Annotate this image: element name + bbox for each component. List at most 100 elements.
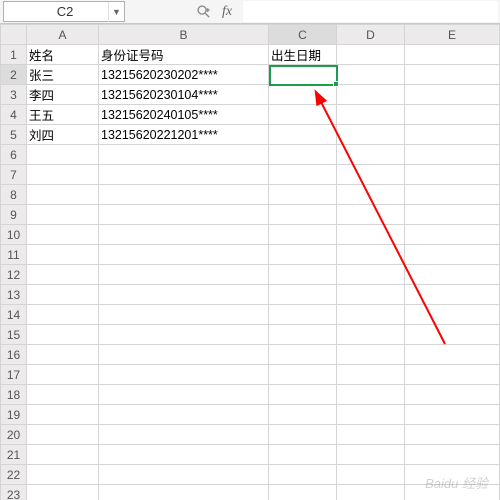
cell-B5[interactable]: 13215620221201**** xyxy=(99,125,269,145)
cell-B23[interactable] xyxy=(99,485,269,500)
cell-D16[interactable] xyxy=(337,345,405,365)
cell-D19[interactable] xyxy=(337,405,405,425)
cell-A10[interactable] xyxy=(27,225,99,245)
cell-C11[interactable] xyxy=(269,245,337,265)
cell-B3[interactable]: 13215620230104**** xyxy=(99,85,269,105)
row-header[interactable]: 14 xyxy=(1,305,27,325)
cell-E9[interactable] xyxy=(405,205,500,225)
name-box-dropdown-icon[interactable]: ▼ xyxy=(108,2,124,22)
row-header[interactable]: 9 xyxy=(1,205,27,225)
cell-B19[interactable] xyxy=(99,405,269,425)
cell-A21[interactable] xyxy=(27,445,99,465)
row-header[interactable]: 17 xyxy=(1,365,27,385)
cell-D4[interactable] xyxy=(337,105,405,125)
cell-B1[interactable]: 身份证号码 xyxy=(99,45,269,65)
cell-D15[interactable] xyxy=(337,325,405,345)
cell-D5[interactable] xyxy=(337,125,405,145)
cell-C18[interactable] xyxy=(269,385,337,405)
cell-B8[interactable] xyxy=(99,185,269,205)
cell-A6[interactable] xyxy=(27,145,99,165)
cell-A5[interactable]: 刘四 xyxy=(27,125,99,145)
row-header[interactable]: 3 xyxy=(1,85,27,105)
cell-B21[interactable] xyxy=(99,445,269,465)
fx-icon[interactable]: fx xyxy=(215,0,239,23)
cell-D8[interactable] xyxy=(337,185,405,205)
row-header[interactable]: 2 xyxy=(1,65,27,85)
row-header[interactable]: 23 xyxy=(1,485,27,500)
cell-C7[interactable] xyxy=(269,165,337,185)
row-header[interactable]: 15 xyxy=(1,325,27,345)
cell-A19[interactable] xyxy=(27,405,99,425)
cell-E11[interactable] xyxy=(405,245,500,265)
cell-C1[interactable]: 出生日期 xyxy=(269,45,337,65)
row-header[interactable]: 11 xyxy=(1,245,27,265)
cell-E14[interactable] xyxy=(405,305,500,325)
cell-E5[interactable] xyxy=(405,125,500,145)
select-all-corner[interactable] xyxy=(1,25,27,45)
cell-A15[interactable] xyxy=(27,325,99,345)
row-header[interactable]: 7 xyxy=(1,165,27,185)
cell-A1[interactable]: 姓名 xyxy=(27,45,99,65)
cell-E4[interactable] xyxy=(405,105,500,125)
row-header[interactable]: 6 xyxy=(1,145,27,165)
cell-A23[interactable] xyxy=(27,485,99,500)
cell-B14[interactable] xyxy=(99,305,269,325)
cell-D2[interactable] xyxy=(337,65,405,85)
cell-E18[interactable] xyxy=(405,385,500,405)
col-header-C[interactable]: C xyxy=(269,25,337,45)
cell-D23[interactable] xyxy=(337,485,405,500)
cell-C12[interactable] xyxy=(269,265,337,285)
cell-D6[interactable] xyxy=(337,145,405,165)
cell-C15[interactable] xyxy=(269,325,337,345)
cell-D22[interactable] xyxy=(337,465,405,485)
row-header[interactable]: 19 xyxy=(1,405,27,425)
cell-E15[interactable] xyxy=(405,325,500,345)
cell-A12[interactable] xyxy=(27,265,99,285)
cell-C3[interactable] xyxy=(269,85,337,105)
cell-C13[interactable] xyxy=(269,285,337,305)
cell-C6[interactable] xyxy=(269,145,337,165)
cell-B13[interactable] xyxy=(99,285,269,305)
cell-E1[interactable] xyxy=(405,45,500,65)
cell-E19[interactable] xyxy=(405,405,500,425)
cell-D12[interactable] xyxy=(337,265,405,285)
cell-E22[interactable] xyxy=(405,465,500,485)
cell-A14[interactable] xyxy=(27,305,99,325)
cell-B16[interactable] xyxy=(99,345,269,365)
cell-E12[interactable] xyxy=(405,265,500,285)
cell-C14[interactable] xyxy=(269,305,337,325)
cell-C10[interactable] xyxy=(269,225,337,245)
cell-C8[interactable] xyxy=(269,185,337,205)
cell-E10[interactable] xyxy=(405,225,500,245)
cell-A3[interactable]: 李四 xyxy=(27,85,99,105)
cell-C20[interactable] xyxy=(269,425,337,445)
cell-C5[interactable] xyxy=(269,125,337,145)
cell-B7[interactable] xyxy=(99,165,269,185)
cell-A18[interactable] xyxy=(27,385,99,405)
col-header-E[interactable]: E xyxy=(405,25,500,45)
row-header[interactable]: 1 xyxy=(1,45,27,65)
cell-A7[interactable] xyxy=(27,165,99,185)
cell-A8[interactable] xyxy=(27,185,99,205)
spreadsheet-grid[interactable]: A B C D E 1姓名身份证号码出生日期2张三13215620230202*… xyxy=(0,24,500,500)
cell-E23[interactable] xyxy=(405,485,500,500)
cell-B15[interactable] xyxy=(99,325,269,345)
cell-C22[interactable] xyxy=(269,465,337,485)
row-header[interactable]: 13 xyxy=(1,285,27,305)
name-box[interactable]: C2 xyxy=(4,4,108,19)
row-header[interactable]: 20 xyxy=(1,425,27,445)
cell-C4[interactable] xyxy=(269,105,337,125)
row-header[interactable]: 4 xyxy=(1,105,27,125)
cell-D3[interactable] xyxy=(337,85,405,105)
row-header[interactable]: 22 xyxy=(1,465,27,485)
cell-A16[interactable] xyxy=(27,345,99,365)
cell-E13[interactable] xyxy=(405,285,500,305)
cell-B12[interactable] xyxy=(99,265,269,285)
row-header[interactable]: 16 xyxy=(1,345,27,365)
col-header-B[interactable]: B xyxy=(99,25,269,45)
cell-B22[interactable] xyxy=(99,465,269,485)
cell-B18[interactable] xyxy=(99,385,269,405)
cell-E2[interactable] xyxy=(405,65,500,85)
row-header[interactable]: 18 xyxy=(1,385,27,405)
cell-D17[interactable] xyxy=(337,365,405,385)
